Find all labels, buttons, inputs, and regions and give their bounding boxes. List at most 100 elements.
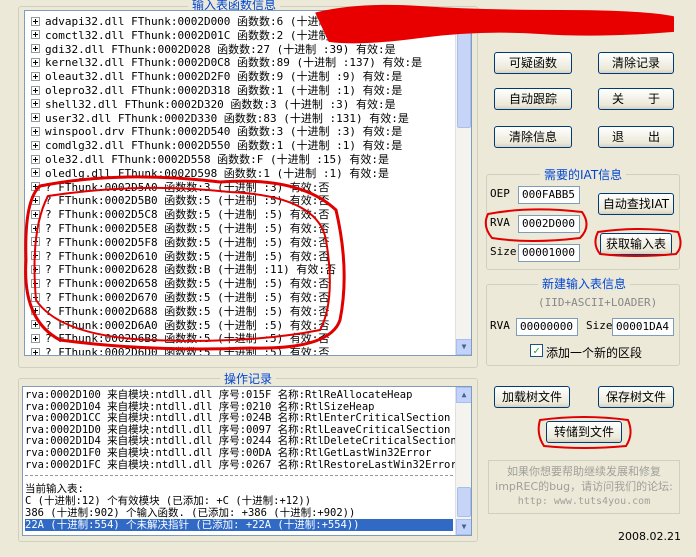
tree-row[interactable]: oledlg.dll FThunk:0002D598 函数数:1 (十进制 :1…: [31, 167, 389, 181]
date-label: 2008.02.21: [618, 530, 681, 543]
expand-icon[interactable]: [31, 237, 40, 247]
log-scroll-up-icon[interactable]: ▲: [456, 387, 471, 403]
expand-icon[interactable]: [31, 57, 40, 67]
log-scrollbar[interactable]: ▲ ▼: [455, 387, 471, 535]
tree-row-label: ole32.dll FThunk:0002D558 函数数:F (十进制 :15…: [45, 153, 390, 166]
tree-row[interactable]: winspool.drv FThunk:0002D540 函数数:3 (十进制 …: [31, 125, 402, 139]
help-line-3: http: www.tuts4you.com: [517, 496, 651, 507]
log-scroll-thumb[interactable]: [457, 487, 471, 517]
new-size-label: Size: [586, 319, 613, 332]
load-tree-button[interactable]: 加载树文件: [494, 386, 570, 408]
log-row: rva:0002D1D0 来自模块:ntdll.dll 序号:0097 名称:R…: [25, 423, 451, 436]
tree-row[interactable]: shell32.dll FThunk:0002D320 函数数:3 (十进制 :…: [31, 98, 396, 112]
tree-row-label: advapi32.dll FThunk:0002D000 函数数:6 (十进制: [45, 15, 330, 28]
tree-row[interactable]: user32.dll FThunk:0002D330 函数数:83 (十进制 :…: [31, 112, 409, 126]
size-field[interactable]: 00001000: [518, 244, 580, 262]
expand-icon[interactable]: [31, 44, 40, 54]
help-line-2: impREC的bug，请访问我们的论坛:: [495, 480, 673, 493]
new-rva-field[interactable]: 00000000: [516, 318, 578, 336]
expand-icon[interactable]: [31, 251, 40, 261]
tree-row-label: ? FThunk:0002D670 函数数:5 (十进制 :5) 有效:否: [45, 291, 330, 304]
scroll-down-icon[interactable]: ▼: [456, 339, 471, 355]
log-row: rva:0002D100 来自模块:ntdll.dll 序号:015F 名称:R…: [25, 389, 413, 401]
expand-icon[interactable]: [31, 292, 40, 302]
expand-icon[interactable]: [31, 209, 40, 219]
tree-row[interactable]: ? FThunk:0002D6A0 函数数:5 (十进制 :5) 有效:否: [31, 319, 329, 333]
save-tree-button[interactable]: 保存树文件: [598, 386, 674, 408]
expand-icon[interactable]: [31, 71, 40, 81]
scroll-thumb[interactable]: [457, 28, 471, 128]
import-tree-list[interactable]: advapi32.dll FThunk:0002D000 函数数:6 (十进制 c…: [24, 10, 472, 356]
tree-row[interactable]: ? FThunk:0002D670 函数数:5 (十进制 :5) 有效:否: [31, 291, 329, 305]
tree-row-label: ? FThunk:0002D5E8 函数数:5 (十进制 :5) 有效:否: [45, 222, 330, 235]
log-scroll-down-icon[interactable]: ▼: [456, 519, 471, 535]
tree-row[interactable]: ? FThunk:0002D6D0 函数数:5 (十进制 :5) 有效:否: [31, 346, 329, 355]
expand-icon[interactable]: [31, 113, 40, 123]
tree-row[interactable]: advapi32.dll FThunk:0002D000 函数数:6 (十进制: [31, 15, 330, 29]
auto-trace-button[interactable]: 自动跟踪: [494, 88, 572, 110]
expand-icon[interactable]: [31, 85, 40, 95]
rva-label: RVA: [490, 216, 510, 229]
expand-icon[interactable]: [31, 264, 40, 274]
tree-row[interactable]: ? FThunk:0002D6B8 函数数:5 (十进制 :5) 有效:否: [31, 332, 329, 346]
tree-row[interactable]: ? FThunk:0002D5F8 函数数:5 (十进制 :5) 有效:否: [31, 236, 329, 250]
get-imports-button[interactable]: 获取输入表: [600, 233, 672, 255]
tree-row[interactable]: comdlg32.dll FThunk:0002D550 函数数:1 (十进制 …: [31, 139, 402, 153]
tree-row[interactable]: ole32.dll FThunk:0002D558 函数数:F (十进制 :15…: [31, 153, 389, 167]
expand-icon[interactable]: [31, 182, 40, 192]
tree-row-label: winspool.drv FThunk:0002D540 函数数:3 (十进制 …: [45, 125, 403, 139]
tree-row[interactable]: ? FThunk:0002D5C8 函数数:5 (十进制 :5) 有效:否: [31, 208, 329, 222]
tree-row[interactable]: ? FThunk:0002D5A0 函数数:3 (十进制 :3) 有效:否: [31, 181, 329, 195]
help-line-1: 如果你想要帮助继续发展和修复: [507, 465, 661, 478]
tree-row[interactable]: oleaut32.dll FThunk:0002D2F0 函数数:9 (十进制 …: [31, 70, 402, 84]
expand-icon[interactable]: [31, 195, 40, 205]
log-summary-row: C (十进制:12) 个有效模块 (已添加: +C (十进制:+12)): [25, 495, 312, 507]
dump-to-file-button[interactable]: 转储到文件: [546, 421, 622, 443]
tree-row-label: oledlg.dll FThunk:0002D598 函数数:1 (十进制 :1…: [45, 166, 390, 180]
expand-icon[interactable]: [31, 126, 40, 136]
tree-row[interactable]: kernel32.dll FThunk:0002D0C8 函数数:89 (十进制…: [31, 56, 422, 70]
expand-icon[interactable]: [31, 320, 40, 330]
oep-field[interactable]: 000FABB5: [518, 186, 580, 204]
clear-log-button[interactable]: 清除记录: [598, 52, 674, 74]
tree-row-label: oleaut32.dll FThunk:0002D2F0 函数数:9 (十进制 …: [45, 70, 403, 84]
help-text-box: 如果你想要帮助继续发展和修复 impREC的bug，请访问我们的论坛: http…: [488, 460, 680, 514]
expand-icon[interactable]: [31, 347, 40, 355]
rva-field[interactable]: 0002D000: [518, 215, 580, 233]
log-row: rva:0002D1CC 来自模块:ntdll.dll 序号:024B 名称:R…: [25, 412, 451, 425]
tree-row-label: ? FThunk:0002D658 函数数:5 (十进制 :5) 有效:否: [45, 277, 330, 291]
clear-info-button[interactable]: 清除信息: [494, 126, 572, 148]
operation-log-title: 操作记录: [220, 370, 277, 387]
tree-row[interactable]: olepro32.dll FThunk:0002D318 函数数:1 (十进制 …: [31, 84, 402, 98]
scroll-up-icon[interactable]: ▲: [456, 11, 471, 27]
expand-icon[interactable]: [31, 306, 40, 316]
tree-row-label: ? FThunk:0002D628 函数数:B (十进制 :11) 有效:否: [45, 263, 337, 277]
new-size-field[interactable]: 00001DA4: [612, 318, 674, 336]
operation-log-list[interactable]: rva:0002D100 来自模块:ntdll.dll 序号:015F 名称:R…: [22, 386, 472, 536]
expand-icon[interactable]: [31, 333, 40, 343]
expand-icon[interactable]: [31, 16, 40, 26]
tree-row[interactable]: ? FThunk:0002D628 函数数:B (十进制 :11) 有效:否: [31, 263, 336, 277]
tree-row-label: ? FThunk:0002D610 函数数:5 (十进制 :5) 有效:否: [45, 249, 330, 263]
tree-row[interactable]: gdi32.dll FThunk:0002D028 函数数:27 (十进制 :3…: [31, 43, 396, 57]
auto-find-iat-button[interactable]: 自动查找IAT: [598, 193, 674, 215]
tree-row[interactable]: ? FThunk:0002D688 函数数:5 (十进制 :5) 有效:否: [31, 305, 329, 319]
tree-row-label: ? FThunk:0002D5F8 函数数:5 (十进制 :5) 有效:否: [45, 235, 330, 249]
about-button[interactable]: 关 于: [598, 88, 674, 110]
add-section-checkbox[interactable]: ✓: [530, 344, 543, 357]
valid-functions-button[interactable]: 可疑函数: [494, 52, 572, 74]
tree-row[interactable]: comctl32.dll FThunk:0002D01C 函数数:2 (十进制: [31, 29, 330, 43]
expand-icon[interactable]: [31, 168, 40, 178]
expand-icon[interactable]: [31, 154, 40, 164]
exit-button[interactable]: 退 出: [598, 126, 674, 148]
tree-row[interactable]: ? FThunk:0002D658 函数数:5 (十进制 :5) 有效:否: [31, 277, 329, 291]
expand-icon[interactable]: [31, 140, 40, 150]
expand-icon[interactable]: [31, 30, 40, 40]
tree-row[interactable]: ? FThunk:0002D5E8 函数数:5 (十进制 :5) 有效:否: [31, 222, 329, 236]
tree-row[interactable]: ? FThunk:0002D610 函数数:5 (十进制 :5) 有效:否: [31, 250, 329, 264]
expand-icon[interactable]: [31, 278, 40, 288]
tree-row[interactable]: ? FThunk:0002D5B0 函数数:5 (十进制 :5) 有效:否: [31, 194, 329, 208]
expand-icon[interactable]: [31, 223, 40, 233]
tree-scrollbar[interactable]: ▲ ▼: [455, 11, 471, 355]
expand-icon[interactable]: [31, 99, 40, 109]
